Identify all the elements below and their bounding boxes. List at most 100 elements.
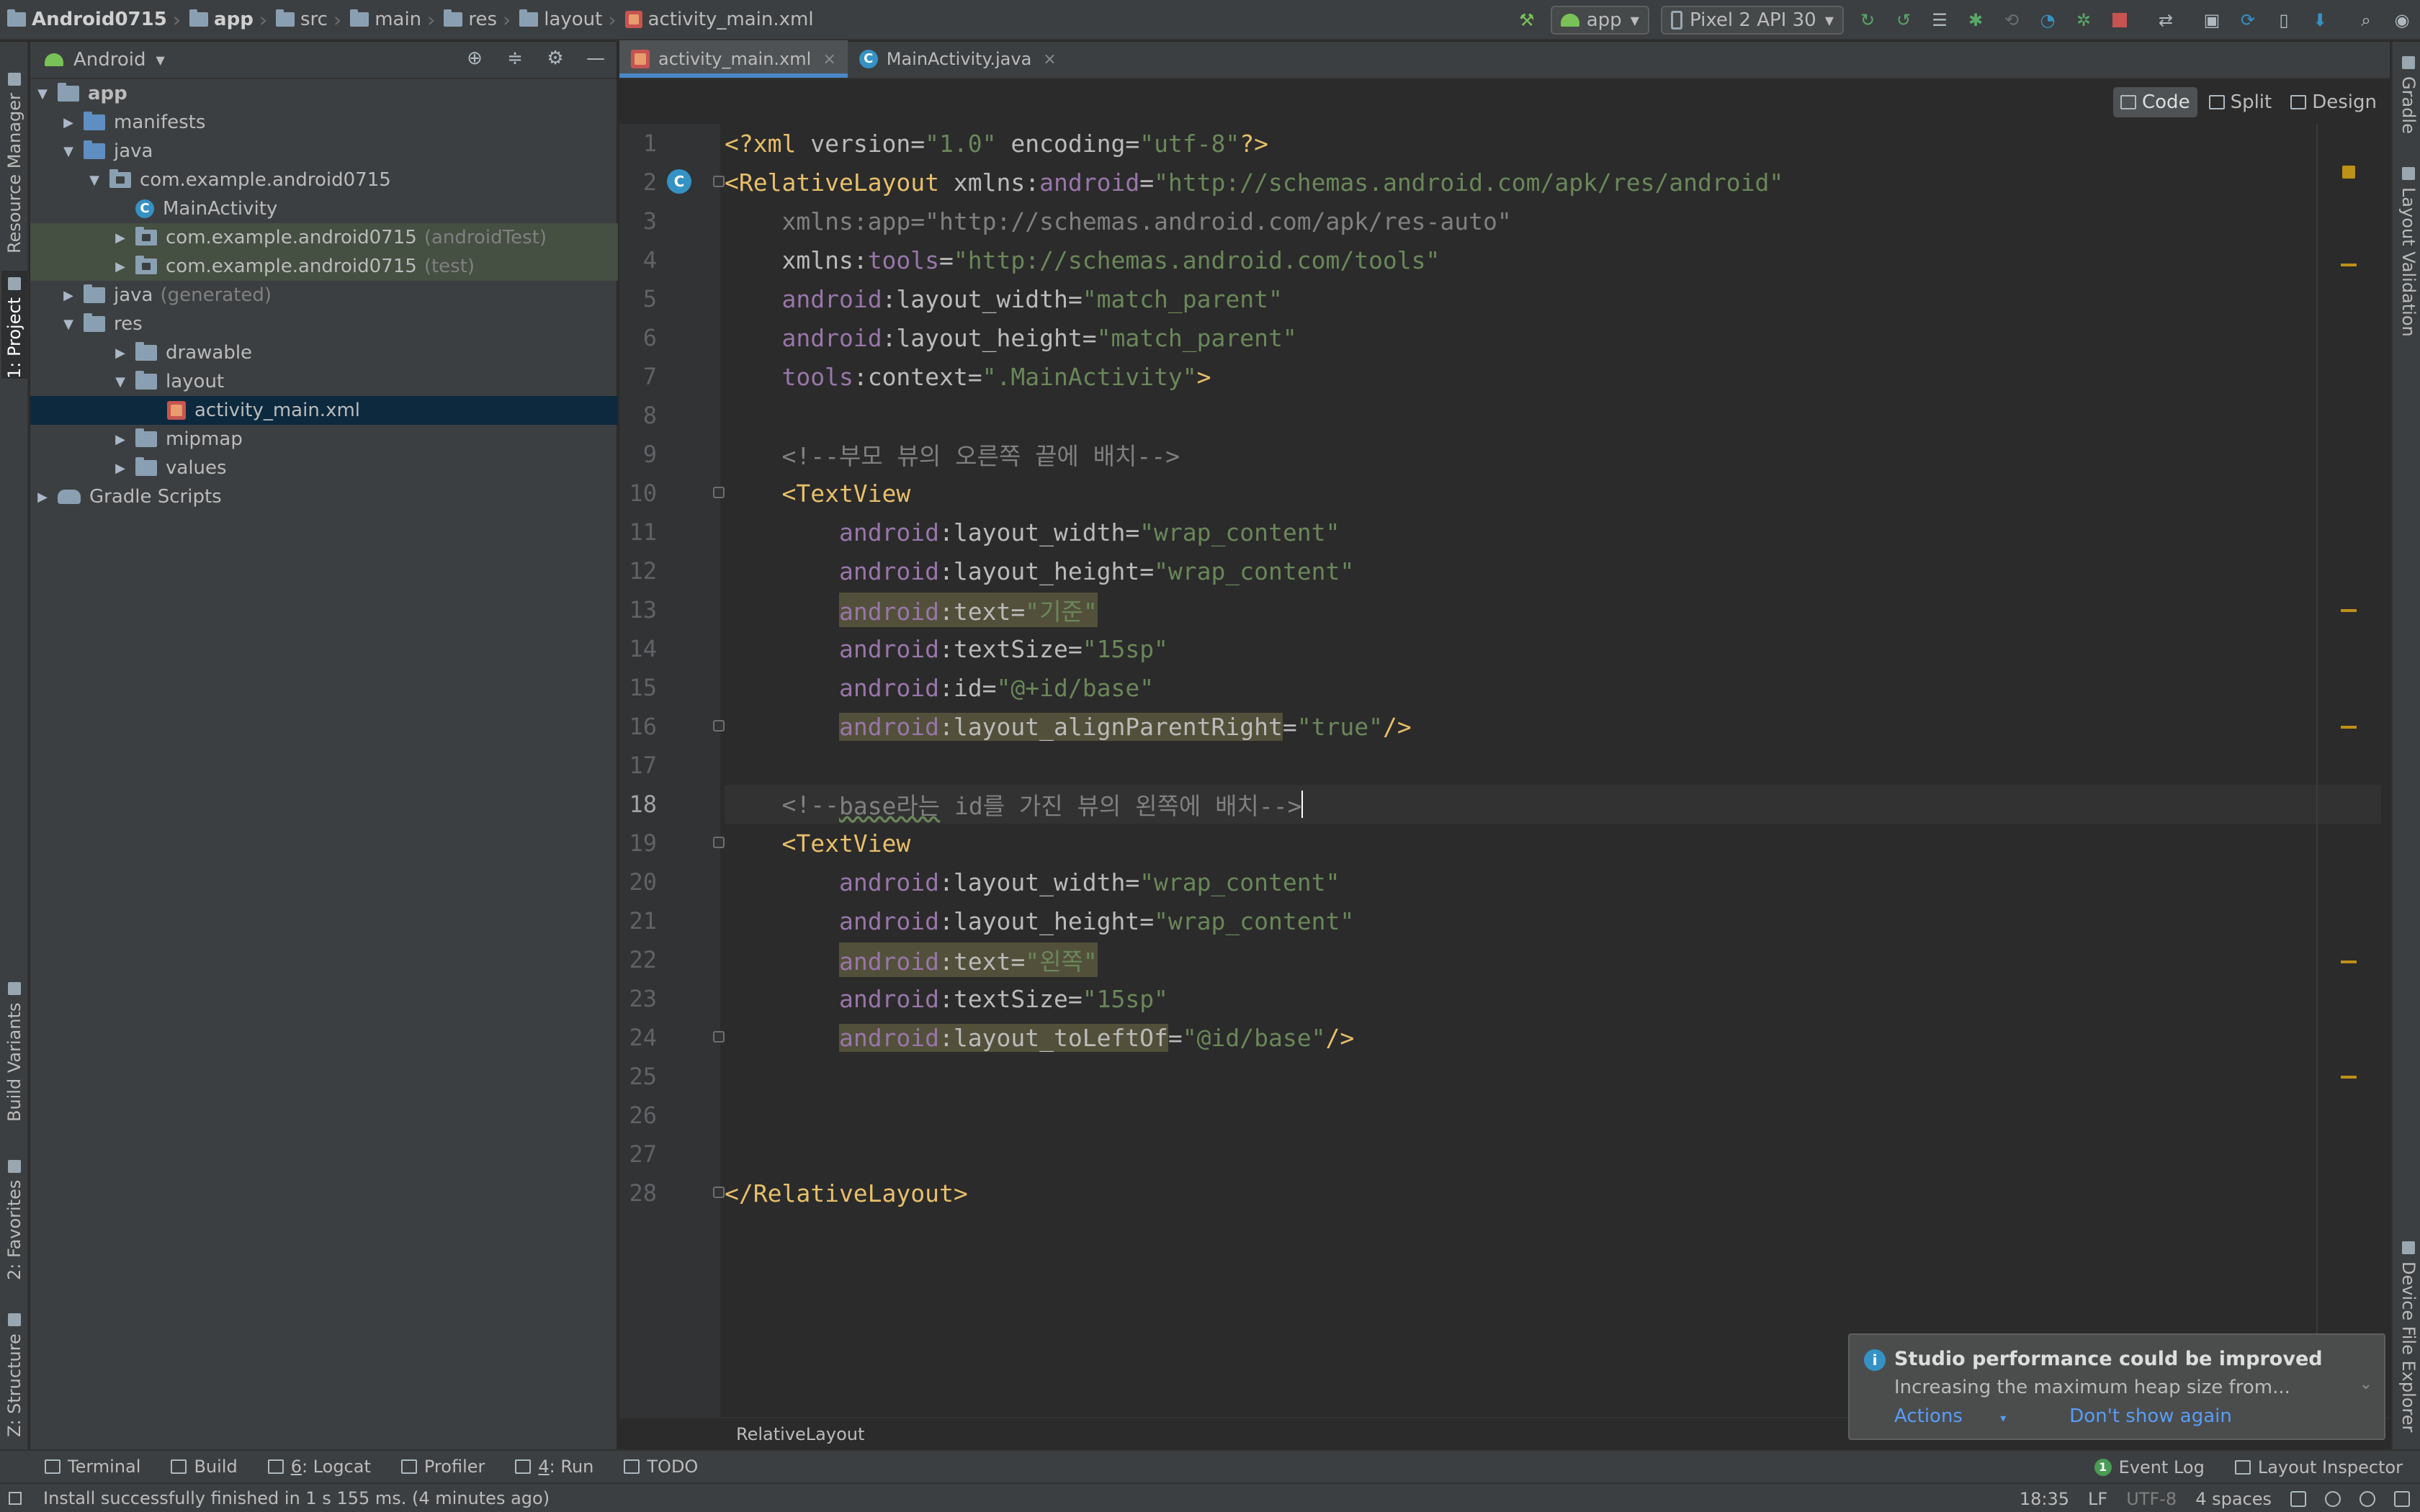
tree-item-layout[interactable]: ▼ layout — [30, 367, 618, 396]
layout-inspector-tool-button[interactable]: Layout Inspector — [2234, 1457, 2403, 1477]
line-number[interactable]: 24 — [619, 1024, 657, 1051]
related-class-icon[interactable]: C — [667, 169, 691, 194]
sdk-manager-icon[interactable]: ⬇ — [2309, 9, 2331, 31]
profiler-tool-button[interactable]: Profiler — [400, 1457, 485, 1477]
tool-tab-gradle[interactable]: Gradle — [2398, 56, 2419, 134]
build-hammer-icon[interactable]: ⚒ — [1516, 9, 1538, 31]
code-mode-button[interactable]: Code — [2113, 87, 2197, 117]
tree-item-drawable[interactable]: ▶ drawable — [30, 338, 618, 367]
breadcrumb-layout[interactable]: layout — [512, 0, 606, 40]
file-encoding[interactable]: UTF-8 — [2126, 1489, 2177, 1509]
chevron-right-icon[interactable]: ▶ — [111, 461, 130, 476]
line-number[interactable]: 7 — [619, 363, 657, 390]
chevron-right-icon[interactable]: ▶ — [111, 230, 130, 246]
tree-item-package-test[interactable]: ▶ com.example.android0715 (test) — [30, 252, 618, 281]
assistant-icon[interactable]: ◉ — [2391, 9, 2413, 31]
line-number-gutter[interactable]: 1 2 C 3 4 5 6 7 8 9 10 11 12 13 14 15 16 17 18 19 20 21 22 23 24… — [619, 124, 756, 1427]
line-number[interactable]: 15 — [619, 674, 657, 701]
split-mode-button[interactable]: Split — [2202, 87, 2280, 117]
breadcrumb-file[interactable]: activity_main.xml — [618, 0, 818, 40]
fold-marker-icon[interactable] — [713, 837, 725, 848]
attach-debugger-icon[interactable]: ⟲ — [2001, 9, 2022, 31]
tool-tab-device-file-explorer[interactable]: Device File Explorer — [2398, 1241, 2419, 1432]
tool-tab-resource-manager[interactable]: Resource Manager — [4, 59, 24, 253]
apply-changes-restart-icon[interactable]: ↻ — [1857, 9, 1878, 31]
build-tool-button[interactable]: Build — [171, 1457, 238, 1477]
chevron-down-icon[interactable]: ▼ — [59, 144, 78, 159]
line-number[interactable]: 25 — [619, 1063, 657, 1090]
line-number[interactable]: 16 — [619, 713, 657, 740]
expand-chevron-icon[interactable]: ⌄ — [2360, 1375, 2372, 1393]
breadcrumb-src[interactable]: src — [269, 0, 332, 40]
event-log-tool-button[interactable]: 1 Event Log — [2094, 1457, 2205, 1477]
line-number[interactable]: 27 — [619, 1140, 657, 1168]
debug-icon[interactable]: ✱ — [1965, 9, 1986, 31]
status-message[interactable]: Install successfully finished in 1 s 155… — [43, 1488, 550, 1508]
dont-show-again-link[interactable]: Don't show again — [2069, 1405, 2232, 1427]
chevron-right-icon[interactable]: ▶ — [59, 288, 78, 303]
tool-tab-build-variants[interactable]: Build Variants — [4, 978, 24, 1122]
fold-marker-icon[interactable] — [713, 1187, 725, 1198]
chevron-right-icon[interactable]: ▶ — [111, 432, 130, 447]
line-number[interactable]: 21 — [619, 907, 657, 935]
line-number[interactable]: 17 — [619, 752, 657, 779]
close-icon[interactable]: × — [1043, 50, 1056, 68]
chevron-down-icon[interactable]: ▼ — [111, 374, 130, 390]
breadcrumb-app[interactable]: app — [182, 0, 258, 40]
tree-item-java[interactable]: ▼ java — [30, 137, 618, 166]
chevron-down-icon[interactable]: ▼ — [85, 173, 104, 188]
warning-indicator[interactable] — [2342, 166, 2355, 179]
line-number[interactable]: 4 — [619, 246, 657, 274]
logcat-tool-button[interactable]: 6: Logcat — [267, 1457, 371, 1477]
profile-icon[interactable]: ◔ — [2037, 9, 2058, 31]
line-number[interactable]: 20 — [619, 868, 657, 896]
minimize-icon[interactable]: — — [585, 48, 606, 69]
line-number[interactable]: 23 — [619, 985, 657, 1012]
chevron-right-icon[interactable]: ▶ — [59, 115, 78, 130]
caret-position[interactable]: 18:35 — [2020, 1489, 2069, 1509]
breadcrumb-res[interactable]: res — [436, 0, 501, 40]
tree-item-activity-main-xml[interactable]: activity_main.xml — [30, 396, 618, 425]
chevron-down-icon[interactable]: ▼ — [33, 86, 52, 102]
tree-item-java-generated[interactable]: ▶ java (generated) — [30, 281, 618, 310]
line-number[interactable]: 18 — [619, 791, 657, 818]
line-number[interactable]: 6 — [619, 324, 657, 351]
todo-tool-button[interactable]: TODO — [624, 1457, 698, 1477]
fold-marker-icon[interactable] — [713, 487, 725, 498]
tree-item-manifests[interactable]: ▶ manifests — [30, 108, 618, 137]
line-number[interactable]: 9 — [619, 441, 657, 468]
debug-attach-icon[interactable]: ✲ — [2073, 9, 2094, 31]
line-number[interactable]: 28 — [619, 1179, 657, 1207]
tab-activity-main-xml[interactable]: activity_main.xml × — [619, 40, 848, 78]
tool-tab-project[interactable]: 1: Project — [1, 271, 27, 379]
tree-item-mipmap[interactable]: ▶ mipmap — [30, 425, 618, 454]
tree-item-gradle-scripts[interactable]: ▶ Gradle Scripts — [30, 482, 618, 511]
line-number[interactable]: 2 — [619, 168, 657, 196]
line-number[interactable]: 5 — [619, 285, 657, 312]
indent-setting[interactable]: 4 spaces — [2195, 1489, 2272, 1509]
terminal-window-icon[interactable]: ▣ — [2201, 9, 2223, 31]
chevron-down-icon[interactable]: ▼ — [156, 53, 165, 67]
warning-mark[interactable] — [2341, 264, 2357, 266]
close-icon[interactable]: × — [823, 50, 835, 68]
tool-windows-toggle-icon[interactable] — [9, 1492, 22, 1505]
line-number[interactable]: 26 — [619, 1102, 657, 1129]
line-number[interactable]: 12 — [619, 557, 657, 585]
line-number[interactable]: 3 — [619, 207, 657, 235]
line-number[interactable]: 13 — [619, 596, 657, 624]
gear-icon[interactable]: ⚙ — [544, 48, 566, 69]
notifications-icon[interactable] — [2394, 1490, 2410, 1507]
breadcrumb-project[interactable]: Android0715 — [0, 0, 171, 40]
warning-mark[interactable] — [2341, 960, 2357, 963]
stop-icon[interactable] — [2109, 9, 2130, 31]
line-number[interactable]: 11 — [619, 518, 657, 546]
run-tool-button[interactable]: 4: Run — [515, 1457, 593, 1477]
tool-tab-layout-validation[interactable]: Layout Validation — [2398, 167, 2419, 337]
line-number[interactable]: 8 — [619, 402, 657, 429]
warning-mark[interactable] — [2341, 726, 2357, 729]
lock-icon[interactable] — [2290, 1490, 2306, 1507]
code-editor[interactable]: <?xml version = "1.0" encoding = "utf-8" ?> <… — [725, 124, 2390, 1427]
locate-file-icon[interactable]: ⊕ — [464, 48, 485, 69]
chevron-down-icon[interactable]: ▼ — [59, 317, 78, 332]
project-view-selector[interactable]: Android — [73, 49, 146, 71]
